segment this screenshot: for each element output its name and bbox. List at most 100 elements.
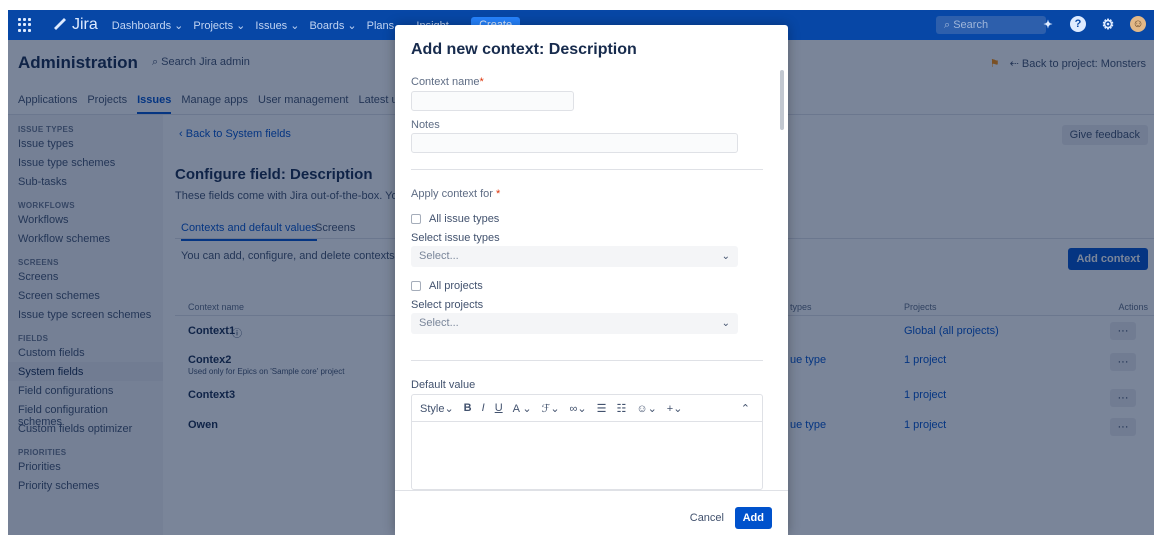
- select-projects-dropdown[interactable]: Select... ⌄: [411, 313, 738, 334]
- tab-projects[interactable]: Projects: [87, 94, 127, 106]
- context-name: Contex2: [188, 354, 232, 366]
- add-context-button[interactable]: Add context: [1068, 248, 1148, 270]
- modal-footer: Cancel Add: [395, 490, 788, 535]
- context-name: Owen: [188, 419, 218, 431]
- sidebar-item-custom-fields[interactable]: Custom fields: [8, 343, 163, 362]
- sidebar-item-issue-type-screen-schemes[interactable]: Issue type screen schemes: [8, 305, 163, 324]
- select-projects-label: Select projects: [411, 299, 484, 311]
- sidebar-item-workflow-schemes[interactable]: Workflow schemes: [8, 229, 163, 248]
- avatar[interactable]: ☺: [1130, 16, 1146, 32]
- projects-link[interactable]: 1 project: [904, 419, 946, 431]
- projects-link[interactable]: 1 project: [904, 389, 946, 401]
- column-issue-types: types: [790, 302, 812, 312]
- sidebar-item-field-configuration-schemes[interactable]: Field configuration schemes: [8, 400, 163, 428]
- column-actions: Actions: [1118, 302, 1148, 312]
- chevron-down-icon: ⌄: [721, 318, 730, 329]
- apply-context-label: Apply context for *: [411, 188, 500, 200]
- style-dropdown[interactable]: Style⌄: [420, 402, 454, 415]
- row-actions-button[interactable]: ···: [1110, 418, 1136, 436]
- cancel-button[interactable]: Cancel: [681, 507, 732, 529]
- notes-input[interactable]: [411, 133, 738, 153]
- collapse-toolbar-icon[interactable]: ⌃: [741, 402, 750, 415]
- issue-types-link[interactable]: ue type: [790, 419, 826, 431]
- help-icon[interactable]: ?: [1070, 16, 1086, 32]
- context-name-input[interactable]: [411, 91, 574, 111]
- tab-issues[interactable]: Issues: [137, 94, 172, 114]
- row-actions-button[interactable]: ···: [1110, 322, 1136, 340]
- section-divider: [411, 169, 763, 170]
- admin-search-label: Search Jira admin: [161, 56, 250, 68]
- chevron-left-icon: ‹: [179, 128, 186, 140]
- sidebar-item-system-fields[interactable]: System fields: [8, 362, 163, 381]
- add-button[interactable]: Add: [734, 507, 772, 529]
- checkbox-box: [411, 281, 421, 291]
- nav-projects[interactable]: Projects ⌄: [193, 19, 245, 32]
- nav-boards[interactable]: Boards ⌄: [309, 19, 356, 32]
- logo-text: Jira: [72, 16, 98, 33]
- context-name-label-text: Context name: [411, 76, 480, 88]
- search-placeholder: Search: [953, 19, 989, 31]
- modal-scrollbar[interactable]: [780, 70, 784, 130]
- more-formatting-button[interactable]: ℱ⌄: [542, 402, 560, 415]
- tab-manage-apps[interactable]: Manage apps: [181, 94, 248, 106]
- tab-screens[interactable]: Screens: [315, 222, 355, 234]
- italic-button[interactable]: I: [482, 402, 485, 414]
- context-description: Used only for Epics on 'Sample core' pro…: [188, 367, 345, 376]
- context-name: Context1: [188, 325, 236, 337]
- bold-button[interactable]: B: [464, 402, 472, 414]
- app-switcher-icon[interactable]: [18, 18, 32, 32]
- nav-issues[interactable]: Issues ⌄: [255, 19, 299, 32]
- projects-link[interactable]: 1 project: [904, 354, 946, 366]
- link-chevron: ⌄: [577, 402, 587, 415]
- all-issue-types-checkbox[interactable]: All issue types: [411, 213, 499, 225]
- column-projects: Projects: [904, 302, 937, 312]
- sidebar-item-issue-type-schemes[interactable]: Issue type schemes: [8, 153, 163, 172]
- give-feedback-button[interactable]: Give feedback: [1061, 125, 1148, 145]
- field-description-text: These fields come with Jira out-of-the-b…: [175, 190, 425, 202]
- contexts-info-text: You can add, configure, and delete conte…: [181, 250, 426, 262]
- search-input[interactable]: ⌕ Search: [936, 16, 1046, 34]
- sidebar-item-priorities[interactable]: Priorities: [8, 457, 163, 476]
- link-button[interactable]: ∞⌄: [570, 402, 587, 415]
- admin-search[interactable]: ⌕ Search Jira admin: [152, 56, 250, 69]
- back-arrow-icon: ⇠: [1009, 58, 1022, 70]
- search-icon: ⌕: [944, 19, 954, 31]
- all-projects-checkbox[interactable]: All projects: [411, 280, 483, 292]
- tab-user-management[interactable]: User management: [258, 94, 349, 106]
- select-placeholder: Select...: [419, 250, 459, 262]
- row-actions-button[interactable]: ···: [1110, 389, 1136, 407]
- info-icon[interactable]: ⓘ: [232, 325, 242, 340]
- context-name: Context3: [188, 389, 236, 401]
- emoji-button[interactable]: ☺⌄: [636, 402, 656, 415]
- modal-title: Add new context: Description: [411, 41, 637, 58]
- sidebar-item-sub-tasks[interactable]: Sub-tasks: [8, 172, 163, 191]
- underline-button[interactable]: U: [495, 402, 503, 414]
- sidebar-item-workflows[interactable]: Workflows: [8, 210, 163, 229]
- select-issue-types-dropdown[interactable]: Select... ⌄: [411, 246, 738, 267]
- numbered-list-icon[interactable]: ☷: [616, 402, 626, 415]
- jira-icon: [54, 18, 66, 30]
- back-to-system-fields-link[interactable]: ‹ Back to System fields: [179, 128, 291, 140]
- sidebar-item-screens[interactable]: Screens: [8, 267, 163, 286]
- rich-text-editor[interactable]: Style⌄ B I U A ⌄ ℱ⌄ ∞⌄ ☰ ☷ ☺⌄ +⌄ ⌃: [411, 394, 763, 490]
- modal-body: Context name* Notes Apply context for * …: [395, 70, 788, 490]
- notifications-icon[interactable]: ✦: [1040, 16, 1056, 32]
- sidebar-item-field-configurations[interactable]: Field configurations: [8, 381, 163, 400]
- sidebar-item-priority-schemes[interactable]: Priority schemes: [8, 476, 163, 495]
- text-color-button[interactable]: A ⌄: [513, 402, 532, 415]
- nav-dashboards[interactable]: Dashboards ⌄: [112, 19, 184, 32]
- row-actions-button[interactable]: ···: [1110, 353, 1136, 371]
- sidebar-item-issue-types[interactable]: Issue types: [8, 134, 163, 153]
- back-to-project-link[interactable]: ⚑ ⇠ Back to project: Monsters: [990, 57, 1146, 70]
- projects-link[interactable]: Global (all projects): [904, 325, 999, 337]
- tab-applications[interactable]: Applications: [18, 94, 77, 106]
- all-issue-types-label: All issue types: [429, 213, 500, 225]
- sidebar-section-header: WORKFLOWS: [18, 201, 75, 210]
- settings-gear-icon[interactable]: ⚙: [1100, 16, 1116, 32]
- sidebar-item-screen-schemes[interactable]: Screen schemes: [8, 286, 163, 305]
- bullet-list-icon[interactable]: ☰: [597, 402, 607, 415]
- issue-types-link[interactable]: ue type: [790, 354, 826, 366]
- jira-logo[interactable]: Jira: [52, 16, 98, 34]
- insert-button[interactable]: +⌄: [667, 402, 683, 415]
- all-projects-label: All projects: [429, 280, 483, 292]
